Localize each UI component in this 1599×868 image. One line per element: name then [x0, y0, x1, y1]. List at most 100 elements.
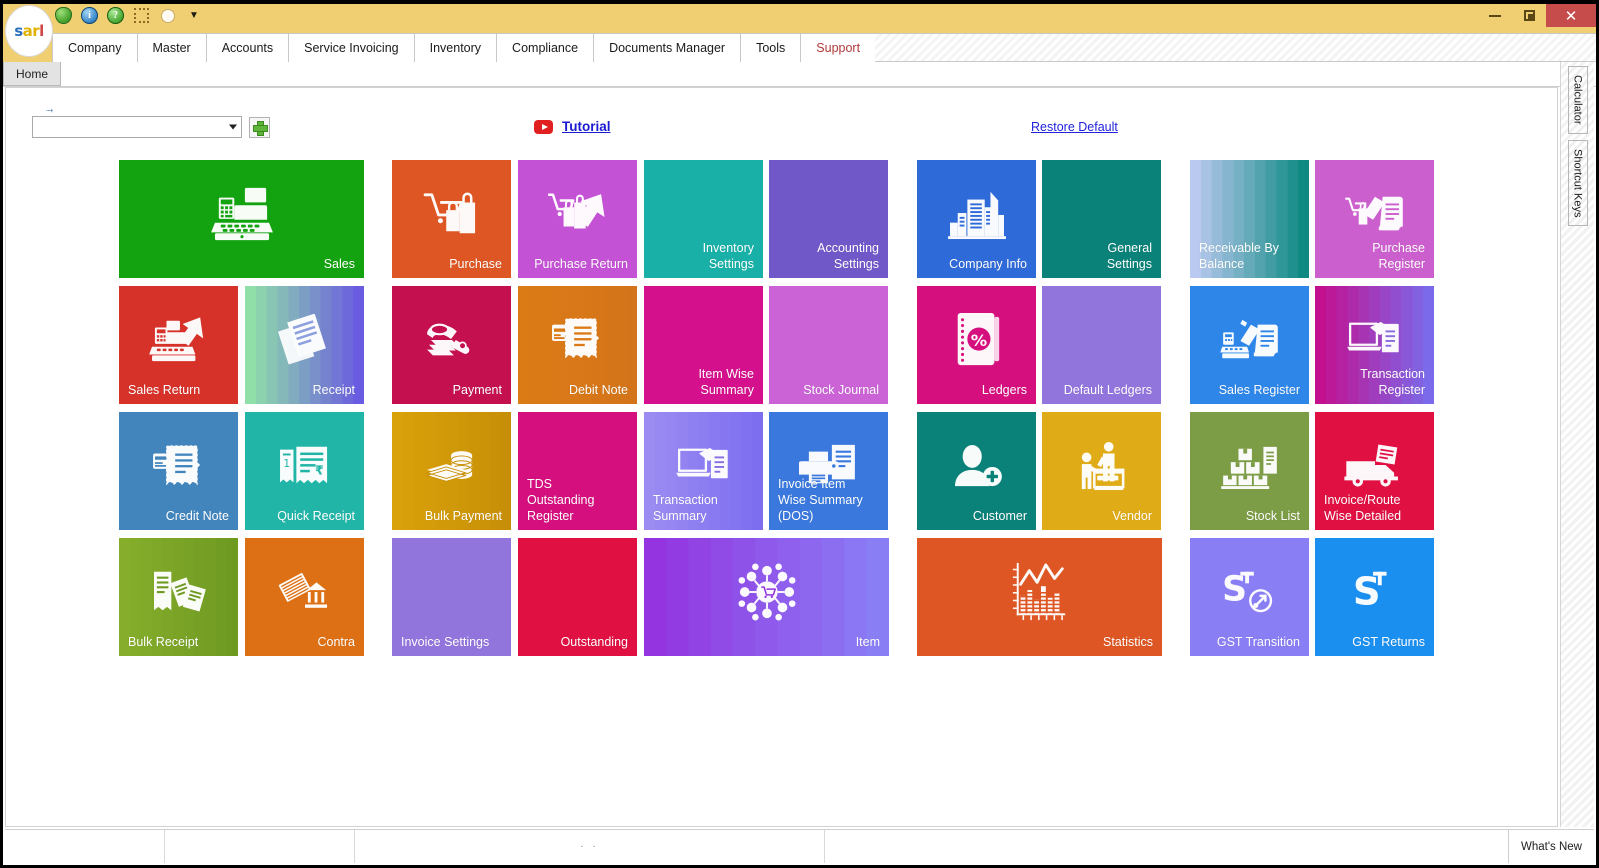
menu-tab-company[interactable]: Company	[52, 33, 138, 62]
window-controls: ✕	[1478, 4, 1596, 27]
tile-quick-receipt[interactable]: 1 ₹ Quick Receipt	[245, 412, 364, 530]
company-select[interactable]	[32, 116, 242, 138]
tile-item-wise-summary[interactable]: Item Wise Summary	[644, 286, 763, 404]
tile-default-ledgers[interactable]: Default Ledgers	[1042, 286, 1161, 404]
company-select-input[interactable]	[33, 117, 241, 137]
tile-accounting-settings[interactable]: Accounting Settings	[769, 160, 888, 278]
tile-tds-outstanding-register[interactable]: TDS Outstanding Register	[518, 412, 637, 530]
help-icon[interactable]: ?	[107, 7, 124, 24]
money-hand-icon	[421, 317, 483, 363]
tile-label: Sales	[323, 257, 355, 271]
tile-label: Purchase Return	[534, 257, 628, 271]
tile-label: Inventory Settings	[702, 241, 754, 271]
plus-icon	[253, 120, 268, 136]
tile-vendor[interactable]: Vendor	[1042, 412, 1161, 530]
globe-icon[interactable]	[55, 7, 72, 24]
circle-icon[interactable]	[159, 7, 176, 24]
frame-icon[interactable]	[133, 7, 150, 24]
tile-transaction-register[interactable]: Transaction Register	[1315, 286, 1434, 404]
tile-label: Purchase	[449, 257, 502, 271]
tile-purchase[interactable]: Purchase	[392, 160, 511, 278]
tile-invoice-item-wise-summary-dos[interactable]: Invoice Item Wise Summary (DOS)	[769, 412, 888, 530]
tile-label: Credit Note	[165, 509, 229, 523]
side-tab-shortcut-keys[interactable]: Shortcut Keys	[1567, 139, 1588, 227]
contra-icon	[276, 569, 334, 615]
close-button[interactable]: ✕	[1546, 4, 1596, 27]
bulk-receipt-icon	[151, 567, 207, 617]
tile-company-info[interactable]: Company Info	[917, 160, 1036, 278]
tile-label: Statistics	[1102, 635, 1153, 649]
menu-tab-tools[interactable]: Tools	[740, 33, 802, 62]
tutorial-label[interactable]: Tutorial	[562, 119, 611, 134]
tile-ledgers[interactable]: % Ledgers	[917, 286, 1036, 404]
percent-book-icon: %	[950, 311, 1004, 369]
tile-label: Stock List	[1245, 509, 1300, 523]
tile-label: Receivable By Balance	[1199, 241, 1279, 271]
register-return-icon	[148, 314, 209, 366]
tile-label: Invoice/Route Wise Detailed	[1324, 493, 1402, 523]
tile-label: Customer	[972, 509, 1027, 523]
boxes-icon	[1220, 443, 1279, 490]
tile-label: TDS Outstanding Register	[527, 477, 595, 523]
dropdown-caret-icon[interactable]: ▼	[189, 10, 199, 21]
tutorial-link[interactable]: Tutorial	[534, 119, 611, 134]
tile-stock-journal[interactable]: Stock Journal	[769, 286, 888, 404]
tile-statistics[interactable]: Statistics	[917, 538, 1162, 656]
tile-general-settings[interactable]: General Settings	[1042, 160, 1161, 278]
tile-contra[interactable]: Contra	[245, 538, 364, 656]
tile-invoice-route-wise-detailed[interactable]: Invoice/Route Wise Detailed	[1315, 412, 1434, 530]
tile-label: Bulk Payment	[424, 509, 502, 523]
tile-sales-register[interactable]: Sales Register	[1190, 286, 1309, 404]
tile-customer[interactable]: Customer	[917, 412, 1036, 530]
tile-sales[interactable]: Sales	[119, 160, 364, 278]
minimize-button[interactable]	[1478, 4, 1512, 27]
tile-label: Contra	[317, 635, 355, 649]
tile-receivable-by-balance[interactable]: Receivable By Balance	[1190, 160, 1309, 278]
menu-tab-accounts[interactable]: Accounts	[205, 33, 290, 62]
restore-default-link[interactable]: Restore Default	[1031, 120, 1118, 134]
tile-sales-return[interactable]: Sales Return	[119, 286, 238, 404]
tab-home[interactable]: Home	[3, 62, 62, 86]
tile-bulk-receipt[interactable]: Bulk Receipt	[119, 538, 238, 656]
tile-label: Sales Register	[1218, 383, 1300, 397]
side-panel-tabs: Calculator Shortcut Keys	[1560, 62, 1594, 827]
add-button[interactable]	[249, 116, 270, 138]
menu-tab-inventory[interactable]: Inventory	[413, 33, 498, 62]
menu-tab-master[interactable]: Master	[136, 33, 207, 62]
tile-transaction-summary[interactable]: Transaction Summary	[644, 412, 763, 530]
tile-label: Item	[855, 635, 880, 649]
statistics-chart-icon	[1009, 561, 1071, 623]
tile-debit-note[interactable]: Debit Note	[518, 286, 637, 404]
tile-label: Stock Journal	[803, 383, 879, 397]
status-cell-2	[165, 830, 355, 863]
tile-invoice-settings[interactable]: Invoice Settings	[392, 538, 511, 656]
info-icon[interactable]: i	[81, 7, 98, 24]
menu-tab-support[interactable]: Support	[800, 33, 877, 62]
menu-tab-compliance[interactable]: Compliance	[496, 33, 595, 62]
menu-tab-documents-manager[interactable]: Documents Manager	[593, 33, 742, 62]
tile-label: Ledgers	[981, 383, 1027, 397]
restore-button[interactable]	[1512, 4, 1546, 27]
tile-item[interactable]: Item	[644, 538, 889, 656]
tile-gst-transition[interactable]: S GST Transition	[1190, 538, 1309, 656]
logo-letter-s: s	[14, 22, 23, 40]
svg-text:S: S	[1222, 570, 1247, 610]
tile-gst-returns[interactable]: S GST Returns	[1315, 538, 1434, 656]
tile-purchase-register[interactable]: Purchase Register	[1315, 160, 1434, 278]
status-dots: · ·	[580, 841, 599, 852]
chevron-down-icon[interactable]	[229, 124, 237, 130]
tile-inventory-settings[interactable]: Inventory Settings	[644, 160, 763, 278]
tile-bulk-payment[interactable]: Bulk Payment	[392, 412, 511, 530]
whats-new-button[interactable]: What's New	[1508, 830, 1594, 863]
tile-receipt[interactable]: Receipt	[245, 286, 364, 404]
svg-text:₹: ₹	[315, 463, 324, 478]
tile-label: GST Returns	[1352, 635, 1425, 649]
tile-purchase-return[interactable]: Purchase Return	[518, 160, 637, 278]
tile-credit-note[interactable]: Credit Note	[119, 412, 238, 530]
menu-tab-service-invoicing[interactable]: Service Invoicing	[288, 33, 415, 62]
tile-stock-list[interactable]: Stock List	[1190, 412, 1309, 530]
side-tab-calculator[interactable]: Calculator	[1567, 66, 1588, 134]
tile-label: Transaction Register	[1360, 367, 1425, 397]
tile-outstanding[interactable]: Outstanding	[518, 538, 637, 656]
tile-payment[interactable]: Payment	[392, 286, 511, 404]
